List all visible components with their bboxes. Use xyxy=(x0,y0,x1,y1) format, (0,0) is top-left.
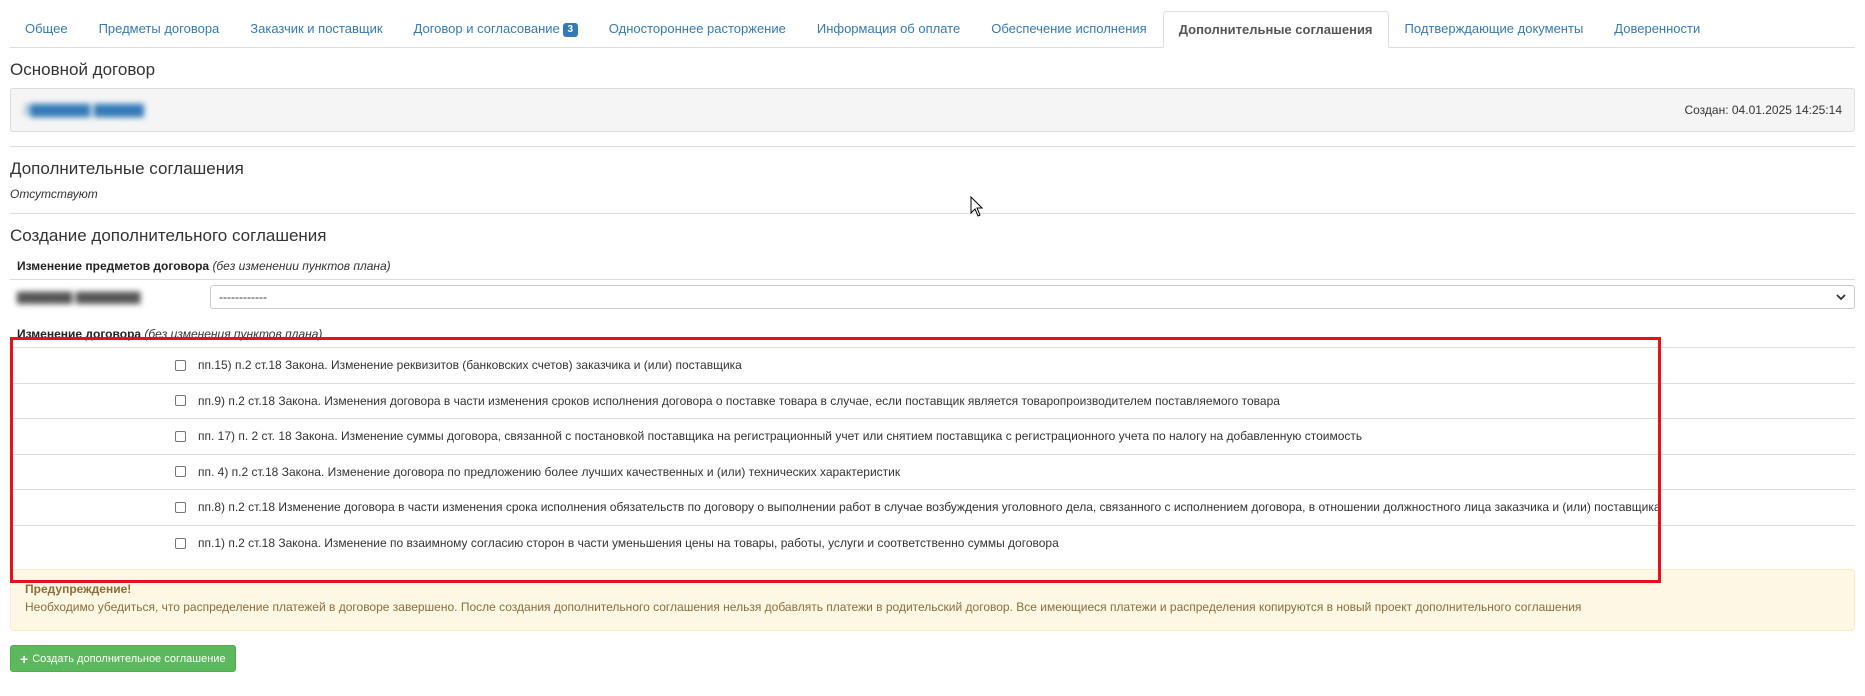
tab-contract-approval[interactable]: Договор и согласование 3 xyxy=(399,11,593,47)
option-checkbox[interactable] xyxy=(175,501,186,513)
create-button-label: Создать дополнительное соглашение xyxy=(32,652,226,665)
tab-supporting-documents[interactable]: Подтверждающие документы xyxy=(1390,11,1599,47)
additional-agreements-status: Отсутствуют xyxy=(10,187,98,201)
list-item: пп.1) п.2 ст.18 Закона. Изменение по вза… xyxy=(10,526,1855,562)
option-label: пп. 17) п. 2 ст. 18 Закона. Изменение су… xyxy=(198,429,1363,444)
tab-label: Обеспечение исполнения xyxy=(991,21,1147,36)
tab-customer-supplier[interactable]: Заказчик и поставщик xyxy=(235,11,397,47)
list-item: пп.9) п.2 ст.18 Закона. Изменения догово… xyxy=(10,384,1855,419)
mouse-cursor-icon xyxy=(970,196,984,217)
tab-payment-info[interactable]: Информация об оплате xyxy=(802,11,975,47)
list-item: пп. 17) п. 2 ст. 18 Закона. Изменение су… xyxy=(10,419,1855,455)
main-contract-title: Основной договор xyxy=(10,60,156,79)
header-italic: (без изменении пунктов плана) xyxy=(212,259,391,273)
subjects-select-row: ▇▇▇▇▇▇ ▇▇▇▇▇▇▇ ------------ xyxy=(10,280,1855,314)
tab-contract-subjects[interactable]: Предметы договора xyxy=(84,11,235,47)
header-bold: Изменение договора xyxy=(17,327,142,341)
chevron-down-icon xyxy=(1836,293,1846,300)
subjects-change-header: Изменение предметов договора (без измене… xyxy=(10,252,1855,280)
additional-agreements-title: Дополнительные соглашения xyxy=(10,159,244,178)
tab-label: Дополнительные соглашения xyxy=(1178,22,1373,37)
main-contract-link[interactable]: 2▇▇▇▇▇▇ ▇▇▇▇▇ xyxy=(23,102,144,118)
main-contract-panel: 2▇▇▇▇▇▇ ▇▇▇▇▇ Создан: 04.01.2025 14:25:1… xyxy=(10,88,1855,132)
tab-label: Договор и согласование xyxy=(413,21,560,36)
tab-additional-agreements[interactable]: Дополнительные соглашения xyxy=(1162,11,1389,48)
tab-label: Доверенности xyxy=(1614,21,1701,36)
divider xyxy=(10,146,1855,147)
option-label: пп.1) п.2 ст.18 Закона. Изменение по вза… xyxy=(198,536,1059,551)
option-label: пп.9) п.2 ст.18 Закона. Изменения догово… xyxy=(198,393,1280,408)
tab-label: Подтверждающие документы xyxy=(1404,21,1584,36)
select-value: ------------ xyxy=(219,290,267,304)
tab-label: Заказчик и поставщик xyxy=(250,21,383,36)
tab-label: Общее xyxy=(25,21,68,36)
warning-text: Необходимо убедиться, что распределение … xyxy=(25,600,1582,614)
tab-powers-of-attorney[interactable]: Доверенности xyxy=(1599,11,1715,47)
option-checkbox[interactable] xyxy=(175,359,186,371)
option-checkbox[interactable] xyxy=(175,430,186,442)
created-timestamp: Создан: 04.01.2025 14:25:14 xyxy=(1684,103,1842,117)
list-item: пп. 4) п.2 ст.18 Закона. Изменение догов… xyxy=(10,455,1855,490)
header-italic: (без изменения пунктов плана) xyxy=(144,327,323,341)
create-agreement-button[interactable]: + Создать дополнительное соглашение xyxy=(10,645,236,672)
tab-bar: Общее Предметы договора Заказчик и поста… xyxy=(10,6,1855,48)
option-checkbox[interactable] xyxy=(175,537,186,549)
warning-title: Предупреждение! xyxy=(25,582,132,596)
tab-performance-security[interactable]: Обеспечение исполнения xyxy=(976,11,1162,47)
tab-unilateral-termination[interactable]: Одностороннее расторжение xyxy=(594,11,801,47)
tab-label: Предметы договора xyxy=(98,21,220,36)
tab-label: Информация об оплате xyxy=(816,21,961,36)
option-label: пп.15) п.2 ст.18 Закона. Изменение рекви… xyxy=(198,358,742,373)
option-label: пп.8) п.2 ст.18 Изменение договора в час… xyxy=(198,500,1661,515)
select-label: ▇▇▇▇▇▇ ▇▇▇▇▇▇▇ xyxy=(17,290,141,304)
contract-change-header: Изменение договора (без изменения пункто… xyxy=(10,320,1855,348)
option-checkbox[interactable] xyxy=(175,395,186,407)
tab-count-badge: 3 xyxy=(562,23,578,37)
plus-icon: + xyxy=(20,650,29,667)
warning-alert: Предупреждение! Необходимо убедиться, чт… xyxy=(10,569,1855,631)
page: Общее Предметы договора Заказчик и поста… xyxy=(0,6,1865,696)
option-checkbox[interactable] xyxy=(175,466,186,478)
creation-title: Создание дополнительного соглашения xyxy=(10,226,327,245)
list-item: пп.8) п.2 ст.18 Изменение договора в час… xyxy=(10,490,1855,526)
subjects-select[interactable]: ------------ xyxy=(210,285,1855,309)
divider xyxy=(10,213,1855,214)
tab-general[interactable]: Общее xyxy=(10,11,83,47)
option-label: пп. 4) п.2 ст.18 Закона. Изменение догов… xyxy=(198,464,901,479)
tab-label: Одностороннее расторжение xyxy=(608,21,786,36)
list-item: пп.15) п.2 ст.18 Закона. Изменение рекви… xyxy=(10,348,1855,384)
contract-change-group: Изменение договора (без изменения пункто… xyxy=(10,320,1855,561)
header-bold: Изменение предметов договора xyxy=(17,259,210,273)
